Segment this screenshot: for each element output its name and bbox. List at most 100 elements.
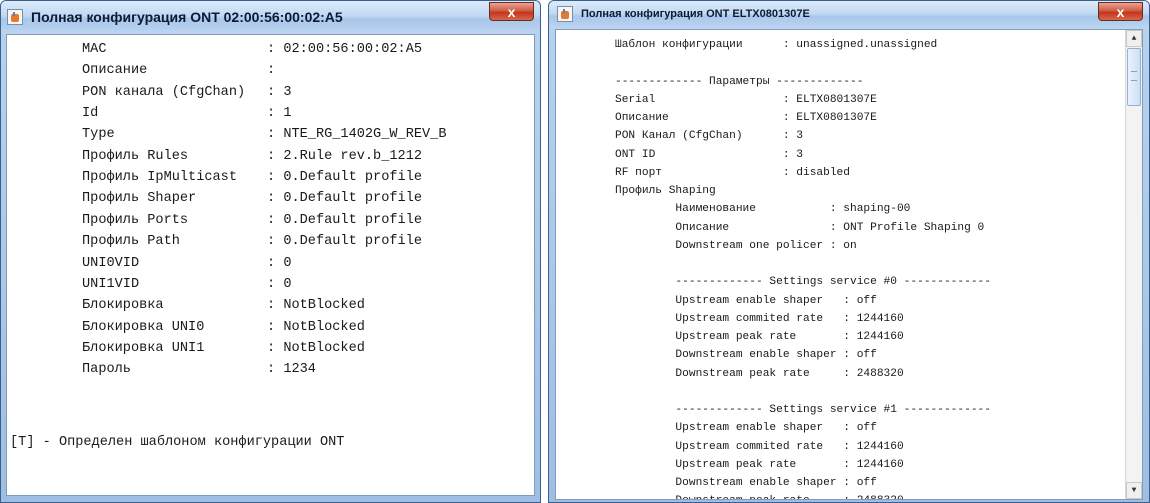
field-value: 1 [283, 106, 292, 122]
config-line: ------------- Параметры ------------- [615, 75, 864, 88]
field-row: UNI1VID: 0 [82, 275, 292, 295]
field-key: Type [82, 127, 115, 143]
title-bar[interactable]: Полная конфигурация ONT ELTX0801307E x [549, 1, 1149, 29]
field-value: NTE_RG_1402G_W_REV_B [283, 127, 447, 143]
field-key: PON канала (CfgChan) [82, 84, 246, 100]
java-app-icon [557, 6, 573, 22]
config-line: RF порт : disabled [615, 166, 850, 179]
field-value: 0.Default profile [283, 234, 423, 250]
separator: : [267, 255, 284, 271]
config-line: Профиль Shaping [615, 185, 716, 197]
window-title: Полная конфигурация ONT 02:00:56:00:02:A… [31, 9, 343, 25]
footnote: [T] - Определен шаблоном конфигурации ON… [10, 435, 345, 450]
close-icon: x [1116, 4, 1125, 20]
separator: : [267, 148, 284, 164]
field-value: NotBlocked [283, 340, 365, 356]
config-line: Downstream one policer : on [615, 239, 857, 252]
java-app-icon [7, 9, 23, 25]
config-line: ------------- Settings service #0 ------… [615, 276, 991, 289]
separator: : [267, 191, 284, 207]
field-value: NotBlocked [283, 319, 365, 335]
config-line: Шаблон конфигурации : unassigned.unassig… [615, 39, 938, 51]
config-line: Downstream peak rate : 2488320 [615, 367, 904, 380]
config-line: Описание : ELTX0801307E [615, 112, 877, 124]
field-key: Профиль Ports [82, 212, 189, 228]
separator: : [267, 234, 284, 250]
field-value: 0 [283, 255, 292, 271]
field-key: Блокировка UNI0 [82, 319, 205, 335]
separator: : [267, 319, 284, 335]
field-row: PON канала (CfgChan): 3 [82, 83, 292, 103]
scroll-up-icon[interactable]: ▲ [1126, 30, 1142, 47]
field-key: UNI1VID [82, 276, 140, 292]
field-value: 0 [283, 276, 292, 292]
separator: : [267, 212, 284, 228]
field-row: Описание: [82, 61, 283, 81]
config-line: ------------- Settings service #1 ------… [615, 404, 991, 416]
field-value: 1234 [283, 362, 316, 378]
close-icon: x [507, 4, 516, 20]
field-value: 02:00:56:00:02:A5 [283, 42, 423, 57]
field-value: NotBlocked [283, 298, 365, 314]
config-text-area[interactable]: Downstream peak rate : 2488320 Downstrea… [555, 29, 1143, 500]
separator: : [267, 42, 284, 57]
config-line: Downstream enable shaper : off [615, 477, 877, 489]
separator: : [267, 84, 284, 100]
field-key: Пароль [82, 362, 131, 378]
field-value: 2.Rule rev.b_1212 [283, 148, 423, 164]
field-row: Профиль Shaper: 0.Default profile [82, 189, 422, 209]
scroll-down-icon[interactable]: ▼ [1126, 482, 1142, 499]
vertical-scrollbar[interactable]: ▲ ▼ [1125, 30, 1142, 499]
separator: : [267, 63, 284, 79]
separator: : [267, 106, 284, 122]
field-key: UNI0VID [82, 255, 140, 271]
config-line: PON Канал (CfgChan) : 3 [615, 130, 803, 143]
config-line: Upstream commited rate : 1244160 [615, 440, 904, 453]
config-line: Downstream enable shaper : off [615, 349, 877, 362]
close-button[interactable]: x [1098, 2, 1143, 21]
config-line: ONT ID : 3 [615, 148, 803, 161]
title-bar[interactable]: Полная конфигурация ONT 02:00:56:00:02:A… [1, 1, 540, 34]
field-row: Блокировка UNI1: NotBlocked [82, 339, 365, 359]
separator: : [267, 340, 284, 356]
field-key: Профиль IpMulticast [82, 170, 237, 186]
config-line: Downstream peak rate : 2488320 [615, 492, 903, 499]
field-row: Блокировка: NotBlocked [82, 296, 365, 316]
field-row: Блокировка UNI0: NotBlocked [82, 318, 365, 338]
config-line: Upstream enable shaper : off [615, 422, 877, 435]
field-row: MAC: 02:00:56:00:02:A5 [82, 40, 422, 60]
field-key: Блокировка [82, 298, 164, 314]
scroll-thumb[interactable] [1127, 48, 1141, 106]
separator: : [267, 362, 284, 378]
field-key: Id [82, 106, 99, 122]
field-value: 0.Default profile [283, 212, 423, 228]
field-key: Профиль Shaper [82, 191, 197, 207]
field-value: 3 [283, 84, 292, 100]
config-line: Upstream enable shaper : off [615, 294, 877, 307]
field-row: Id: 1 [82, 104, 292, 124]
field-key: MAC [82, 42, 107, 57]
config-line: Upstream peak rate : 1244160 [615, 331, 904, 343]
config-line: Serial : ELTX0801307E [615, 93, 877, 106]
field-key: Профиль Path [82, 234, 180, 250]
field-key: Описание [82, 63, 148, 79]
field-row: Профиль Ports: 0.Default profile [82, 211, 422, 231]
config-line: Наименование : shaping-00 [615, 203, 911, 216]
close-button[interactable]: x [489, 2, 534, 21]
config-line: Описание : ONT Profile Shaping 0 [615, 221, 985, 234]
separator: : [267, 298, 284, 314]
config-line: Upstream peak rate : 1244160 [615, 458, 904, 471]
separator: : [267, 170, 284, 186]
ont-config-window-left: Полная конфигурация ONT 02:00:56:00:02:A… [0, 0, 541, 503]
separator: : [267, 276, 284, 292]
config-text-area[interactable]: MAC: 02:00:56:00:02:A5 Описание: PON кана… [6, 34, 535, 496]
field-key: Профиль Rules [82, 148, 189, 164]
field-key: Блокировка UNI1 [82, 340, 205, 356]
field-value: 0.Default profile [283, 191, 423, 207]
field-row: Профиль Path: 0.Default profile [82, 232, 422, 252]
field-row: Профиль IpMulticast: 0.Default profile [82, 168, 422, 188]
field-row: Профиль Rules: 2.Rule rev.b_1212 [82, 147, 422, 167]
window-title: Полная конфигурация ONT ELTX0801307E [581, 8, 810, 20]
field-row: Пароль: 1234 [82, 360, 316, 380]
config-line: Upstream commited rate : 1244160 [615, 312, 904, 325]
